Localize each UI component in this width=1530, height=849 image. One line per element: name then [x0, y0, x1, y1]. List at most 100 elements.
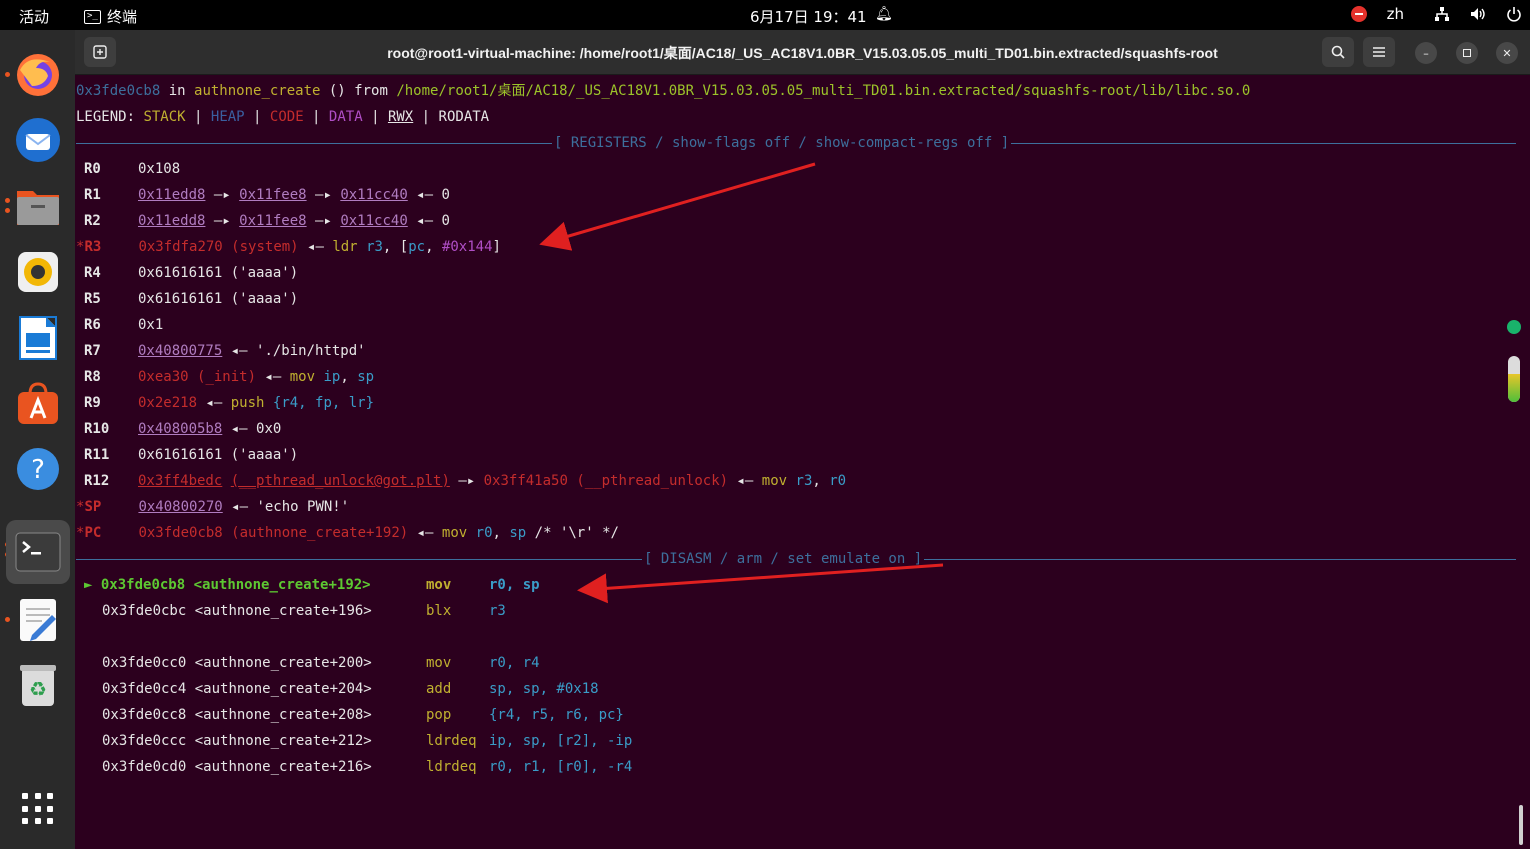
app-center-icon[interactable]: [13, 378, 63, 428]
do-not-disturb-icon[interactable]: [1350, 6, 1367, 22]
firefox-icon[interactable]: [13, 50, 63, 100]
register-value: 0x40800775: [138, 343, 223, 359]
notification-bell-icon[interactable]: 🔔︎: [875, 6, 893, 22]
disasm-symbol: <authnone_create+196>: [194, 603, 372, 619]
disasm-line-current: ► 0x3fde0cb8 <authnone_create+192> mov r0,…: [84, 575, 540, 595]
register-r3: *R3 0x3fdfa270 (system) ◂— ldr r3, [pc, #…: [76, 239, 501, 255]
scrollbar-thumb[interactable]: [1519, 805, 1523, 845]
legend-separator: |: [244, 109, 270, 125]
legend-separator: |: [413, 109, 439, 125]
register-value: 0x11edd8: [138, 213, 206, 229]
operand: r0: [475, 525, 493, 541]
register-r8: R8 0xea30 (_init) ◂— mov ip, sp: [84, 369, 375, 385]
trash-icon[interactable]: ♻: [13, 660, 63, 710]
disasm-address: 0x3fde0cbc: [102, 603, 187, 619]
maximize-button[interactable]: [1456, 42, 1478, 64]
register-name: R12: [84, 473, 110, 489]
pointer-target: 0x11fee8: [239, 187, 307, 203]
instruction-mnemonic: mov: [761, 473, 788, 489]
pointer-target: 0: [441, 187, 450, 203]
help-icon[interactable]: ?: [13, 444, 63, 494]
changed-marker: *: [76, 525, 85, 541]
legend-separator: |: [362, 109, 388, 125]
show-apps-icon[interactable]: [22, 793, 54, 825]
libreoffice-writer-icon[interactable]: [13, 313, 63, 363]
clock[interactable]: 6月17日 19：41: [750, 6, 867, 27]
search-button[interactable]: [1322, 37, 1354, 67]
pointer-string: './bin/httpd': [256, 343, 366, 359]
changed-marker: *: [76, 239, 85, 255]
text-editor-icon[interactable]: [13, 595, 63, 645]
instruction-mnemonic: mov: [289, 369, 316, 385]
disasm-address: 0x3fde0cc0: [102, 655, 187, 671]
disasm-operands: r0, r4: [489, 655, 540, 671]
disasm-symbol: <authnone_create+192>: [193, 577, 371, 593]
disasm-mnemonic: mov: [426, 577, 452, 593]
register-value: 0x3fdfa270: [138, 239, 223, 255]
disasm-line: 0x3fde0cc8 <authnone_create+208> pop {r4, …: [102, 705, 624, 725]
dock: ? ♻: [0, 30, 75, 849]
hamburger-menu-icon: [1373, 47, 1385, 57]
register-r9: R9 0x2e218 ◂— push {r4, fp, lr}: [84, 395, 375, 411]
files-icon[interactable]: [13, 182, 63, 232]
pointer-target: 0x0: [256, 421, 282, 437]
disasm-operands: r3: [489, 603, 506, 619]
disasm-symbol: <authnone_create+200>: [194, 655, 372, 671]
register-value: 0x61616161 ('aaaa'): [138, 265, 299, 281]
register-name: R6: [84, 317, 101, 333]
svg-text:♻: ♻: [29, 677, 47, 701]
app-menu-label: 终端: [107, 8, 138, 26]
pointer-string: 'echo PWN!': [256, 499, 350, 515]
minimize-button[interactable]: –: [1415, 42, 1437, 64]
disasm-line: 0x3fde0cc4 <authnone_create+204> add sp, s…: [102, 679, 599, 699]
thunderbird-icon[interactable]: [13, 115, 63, 165]
instruction-mnemonic: push: [230, 395, 265, 411]
register-symbol: (__pthread_unlock@got.plt): [230, 473, 450, 489]
power-icon[interactable]: [1506, 6, 1522, 22]
disasm-operands: r0, r1, [r0], -r4: [489, 759, 633, 775]
close-button[interactable]: ✕: [1496, 42, 1518, 64]
terminal-content[interactable]: 0x3fde0cb8 in authnone_create () from /h…: [75, 75, 1530, 849]
register-value: 0x3ff4bedc: [138, 473, 223, 489]
network-icon[interactable]: [1434, 6, 1450, 22]
terminal-headerbar: root@root1-virtual-machine: /home/root1/…: [75, 30, 1530, 75]
register-r1: R1 0x11edd8 —▸ 0x11fee8 —▸ 0x11cc40 ◂— 0: [84, 187, 450, 203]
disasm-address: 0x3fde0cb8: [100, 577, 186, 593]
register-r11: R11 0x61616161 ('aaaa'): [84, 445, 298, 465]
register-name: R9: [84, 395, 101, 411]
disasm-symbol: <authnone_create+212>: [194, 733, 372, 749]
activities-button[interactable]: 活动: [19, 6, 49, 27]
operand: #0x144: [441, 239, 493, 255]
register-value: 0x2e218: [138, 395, 198, 411]
operand: r0: [829, 473, 847, 489]
running-indicator: [5, 208, 10, 213]
legend-separator: |: [303, 109, 329, 125]
disasm-line: 0x3fde0cd0 <authnone_create+216> ldrdeq r0…: [102, 757, 632, 777]
input-method-indicator[interactable]: zh: [1387, 5, 1404, 23]
instruction-comment: /* '\r' */: [534, 525, 619, 541]
legend-data: DATA: [328, 109, 363, 125]
disasm-operands: sp, sp, #0x18: [489, 681, 599, 697]
app-menu[interactable]: >_ 终端: [84, 6, 137, 27]
register-value: 0x11edd8: [138, 187, 206, 203]
terminal-window[interactable]: root@root1-virtual-machine: /home/root1/…: [75, 30, 1530, 849]
register-value: 0x40800270: [138, 499, 223, 515]
register-symbol: (authnone_create+192): [231, 525, 409, 541]
running-indicator: [5, 198, 10, 203]
register-r0: R0 0x108: [84, 159, 180, 179]
operand: r3: [366, 239, 383, 255]
legend-rwx: RWX: [387, 109, 414, 125]
register-sp: *SP 0x40800270 ◂— 'echo PWN!': [76, 499, 350, 515]
disasm-address: 0x3fde0cd0: [102, 759, 187, 775]
disasm-symbol: <authnone_create+204>: [194, 681, 372, 697]
menu-button[interactable]: [1363, 37, 1395, 67]
system-status-area[interactable]: zh: [1350, 5, 1522, 23]
terminal-app-icon: >_: [84, 9, 101, 24]
legend-label: LEGEND:: [76, 109, 144, 125]
rhythmbox-icon[interactable]: [13, 247, 63, 297]
register-value: 0x3fde0cb8: [138, 525, 223, 541]
volume-icon[interactable]: [1470, 6, 1486, 22]
registers-header: [ REGISTERS / show-flags off / show-comp…: [552, 133, 1012, 153]
terminal-icon[interactable]: [6, 520, 70, 584]
legend-heap: HEAP: [210, 109, 245, 125]
